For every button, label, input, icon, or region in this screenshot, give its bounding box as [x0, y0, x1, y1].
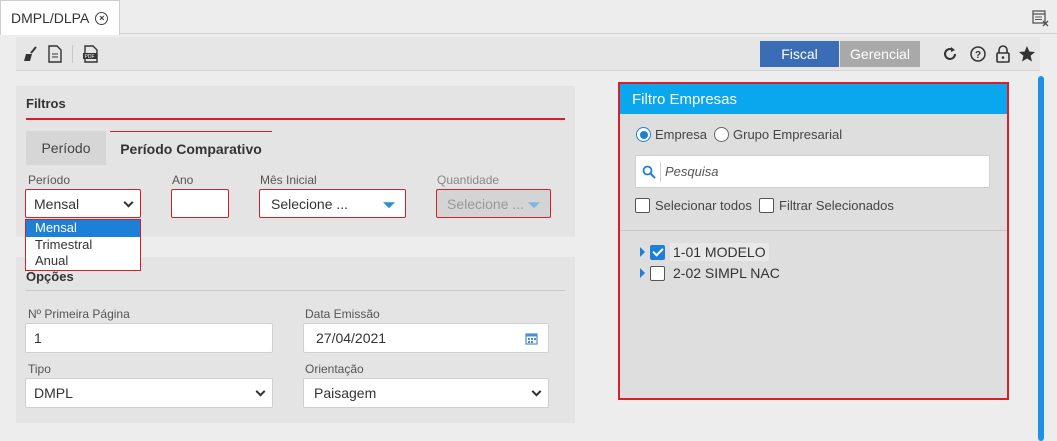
data-emissao-value: 27/04/2021 [316, 330, 387, 346]
filtros-title: Filtros [26, 96, 66, 111]
broom-icon[interactable] [22, 45, 40, 63]
opcoes-divider [26, 290, 565, 291]
toolbar-separator [72, 45, 73, 63]
radio-grupo-empresarial[interactable]: Grupo Empresarial [714, 127, 842, 142]
chevron-down-icon [531, 386, 542, 397]
quantidade-select[interactable]: Selecione ... [436, 189, 551, 218]
filtro-empresas-title: Filtro Empresas [620, 84, 1007, 114]
tree-item-label[interactable]: 2-02 SIMPL NAC [670, 264, 783, 282]
filtros-title-underline [26, 118, 565, 120]
tree-item[interactable]: 2-02 SIMPL NAC [640, 264, 783, 282]
primeira-pagina-input[interactable]: 1 [25, 323, 273, 353]
expand-icon[interactable] [640, 247, 645, 257]
periodo-dropdown-list: Mensal Trimestral Anual [25, 219, 141, 271]
star-icon[interactable] [1018, 45, 1036, 63]
selecionar-todos-checkbox[interactable] [635, 198, 650, 213]
chevron-down-icon [255, 386, 266, 397]
caret-down-icon [528, 201, 540, 208]
tree-item-label[interactable]: 1-01 MODELO [670, 243, 769, 261]
radio-empresa-label: Empresa [655, 127, 708, 142]
document-icon[interactable] [46, 45, 64, 63]
calendar-icon[interactable] [525, 332, 538, 348]
lock-icon[interactable] [994, 45, 1012, 63]
dropdown-option-mensal[interactable]: Mensal [26, 220, 140, 237]
ano-input[interactable] [171, 189, 229, 218]
data-emissao-label: Data Emissão [305, 307, 380, 321]
tab-periodo-comparativo[interactable]: Período Comparativo [110, 131, 272, 165]
dropdown-option-anual[interactable]: Anual [26, 253, 140, 270]
tipo-value: DMPL [34, 385, 73, 401]
quantidade-value: Selecione ... [447, 195, 525, 212]
primeira-pagina-label: Nº Primeira Página [28, 307, 130, 321]
mes-inicial-value: Selecione ... [271, 195, 349, 212]
radio-empresa-button[interactable] [636, 127, 651, 142]
tipo-select[interactable]: DMPL [25, 378, 273, 408]
orientacao-select[interactable]: Paisagem [303, 378, 549, 408]
periodo-label: Período [28, 173, 71, 187]
search-icon [642, 165, 656, 179]
tab-periodo[interactable]: Período [26, 131, 106, 165]
tree-item-checkbox[interactable] [650, 265, 665, 281]
scrollbar[interactable] [1038, 76, 1044, 441]
windows-list-icon[interactable] [1030, 8, 1050, 28]
quantidade-label: Quantidade [437, 173, 500, 187]
gerencial-button[interactable]: Gerencial [840, 41, 920, 67]
filtrar-selecionados[interactable]: Filtrar Selecionados [759, 198, 894, 213]
mes-inicial-select[interactable]: Selecione ... [259, 189, 406, 218]
chevron-down-icon [123, 197, 134, 208]
search-input[interactable]: Pesquisa [665, 164, 718, 179]
orientacao-value: Paisagem [314, 385, 377, 401]
tree-item[interactable]: 1-01 MODELO [640, 243, 769, 261]
close-icon[interactable]: × [95, 11, 109, 25]
search-separator [660, 161, 661, 182]
toolbar: PDF Fiscal Gerencial ? [16, 37, 1040, 71]
data-emissao-input[interactable]: 27/04/2021 [303, 323, 549, 353]
svg-text:PDF: PDF [85, 54, 95, 60]
filtrar-selecionados-label: Filtrar Selecionados [779, 198, 894, 213]
ano-label: Ano [172, 173, 194, 187]
selecionar-todos[interactable]: Selecionar todos [635, 198, 752, 213]
tab-title: DMPL/DLPA [11, 10, 90, 26]
selecionar-todos-label: Selecionar todos [655, 198, 752, 213]
radio-grupo-button[interactable] [714, 127, 729, 142]
tipo-label: Tipo [28, 362, 51, 376]
periodo-value: Mensal [34, 195, 80, 212]
tab-dmpl-dlpa[interactable]: DMPL/DLPA × [0, 0, 120, 35]
pdf-icon[interactable]: PDF [82, 45, 100, 63]
refresh-icon[interactable] [941, 45, 959, 63]
primeira-pagina-value: 1 [34, 330, 42, 346]
tab-bar [0, 0, 1057, 34]
radio-empresa[interactable]: Empresa [636, 127, 707, 142]
svg-text:?: ? [975, 50, 981, 61]
filtro-divider [620, 230, 1007, 231]
radio-grupo-label: Grupo Empresarial [733, 127, 843, 142]
fiscal-button[interactable]: Fiscal [760, 41, 839, 67]
mes-inicial-label: Mês Inicial [260, 173, 317, 187]
dropdown-option-trimestral[interactable]: Trimestral [26, 237, 140, 254]
help-icon[interactable]: ? [969, 45, 987, 63]
periodo-select[interactable]: Mensal [25, 189, 141, 218]
filtrar-selecionados-checkbox[interactable] [759, 198, 774, 213]
tree-item-checkbox[interactable] [650, 244, 665, 260]
caret-down-icon [383, 201, 395, 208]
orientacao-label: Orientação [305, 362, 364, 376]
opcoes-title: Opções [26, 269, 74, 284]
search-box[interactable]: Pesquisa [635, 155, 990, 188]
expand-icon[interactable] [640, 268, 645, 278]
